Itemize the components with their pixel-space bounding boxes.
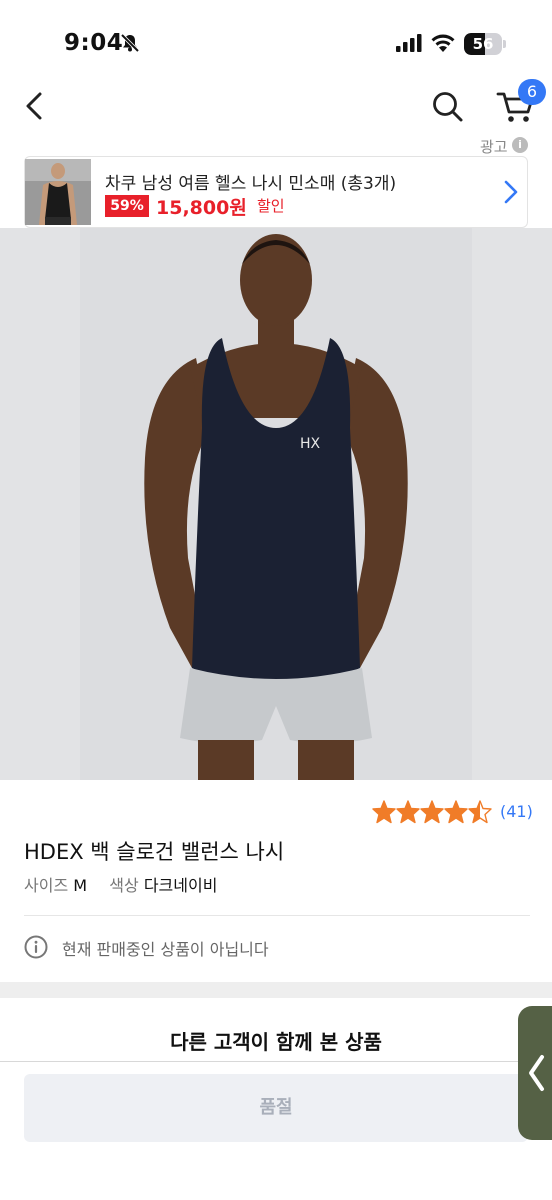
divider	[24, 915, 530, 916]
recommendation-divider	[0, 1061, 552, 1062]
ad-label: 광고	[480, 138, 508, 156]
status-bar: 9:04 56	[0, 0, 552, 80]
section-separator	[0, 982, 552, 998]
search-button[interactable]	[430, 86, 466, 126]
info-circle-icon	[24, 935, 48, 959]
ad-model-image	[25, 159, 91, 225]
battery-tip	[503, 40, 506, 48]
color-value: 다크네이비	[143, 876, 218, 895]
battery-icon: 56	[464, 33, 502, 55]
ad-price: 15,800원	[156, 197, 247, 219]
signal-icon	[396, 34, 422, 52]
not-for-sale-notice: 현재 판매중인 상품이 아닙니다	[62, 940, 269, 959]
product-options: 사이즈 M 색상 다크네이비	[24, 872, 217, 896]
size-value: M	[73, 876, 88, 895]
battery-percent: 56	[472, 35, 494, 53]
size-label: 사이즈	[24, 876, 69, 895]
svg-text:HX: HX	[300, 436, 321, 452]
soldout-button[interactable]: 품절	[24, 1074, 528, 1142]
chevron-left-icon	[529, 1055, 544, 1091]
star-icon	[444, 800, 468, 824]
ad-thumbnail	[25, 159, 91, 225]
top-nav	[0, 80, 552, 132]
star-icon	[372, 800, 396, 824]
star-icon	[396, 800, 420, 824]
chevron-right-icon	[504, 180, 518, 204]
review-count-link[interactable]: (41)	[500, 802, 533, 821]
model-illustration: HX	[0, 228, 552, 780]
bell-slash-icon	[120, 33, 140, 53]
wifi-icon	[431, 34, 455, 52]
ad-sale-tag: 할인	[257, 197, 285, 215]
product-name: HDEX 백 슬로건 밸런스 나시	[24, 840, 285, 864]
recommendation-title: 다른 고객이 함께 본 상품	[170, 1030, 382, 1054]
color-label: 색상	[109, 876, 139, 895]
star-icon	[420, 800, 444, 824]
ad-discount-badge: 59%	[105, 195, 149, 217]
cart-count-badge: 6	[518, 79, 546, 105]
product-image[interactable]: HX	[0, 228, 552, 780]
ad-banner[interactable]: 차쿠 남성 여름 헬스 나시 민소매 (총3개) 59% 15,800원 할인	[24, 156, 528, 228]
ad-title: 차쿠 남성 여름 헬스 나시 민소매 (총3개)	[105, 174, 397, 194]
star-icon	[468, 800, 492, 824]
info-icon[interactable]: i	[512, 137, 528, 153]
back-button[interactable]	[18, 86, 50, 126]
side-drawer-tab[interactable]	[518, 1006, 552, 1140]
status-time: 9:04	[64, 30, 124, 56]
